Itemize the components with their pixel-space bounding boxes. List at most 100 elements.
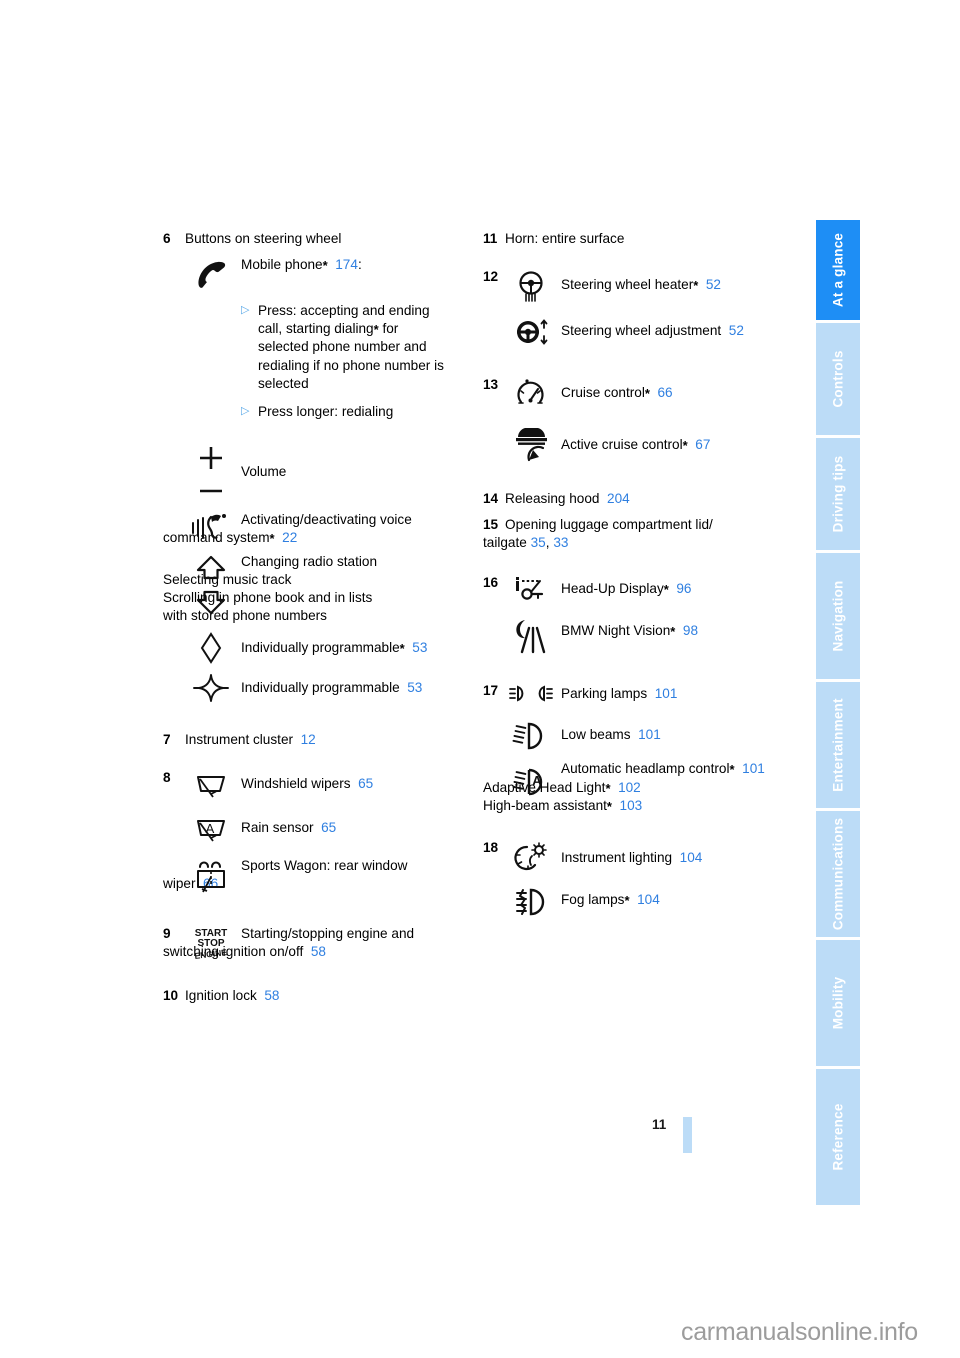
tab-label: Entertainment: [830, 698, 846, 792]
diamond-icon: [185, 631, 237, 665]
tab-at-a-glance[interactable]: At a glance: [816, 220, 860, 320]
parking-lamps-entry: Parking lamps 101: [561, 682, 793, 703]
item-number: 14: [483, 491, 499, 507]
sparkle-star-icon: [185, 671, 237, 705]
fog-lamps-icon: [505, 887, 557, 917]
steering-wheel-adjustment-icon: [505, 316, 557, 348]
arrow-down-icon: [185, 587, 237, 617]
left-content-column: 6 Buttons on steering wheel Mobile phone…: [163, 230, 473, 1005]
bullet-item: ▷ Press: accepting and ending call, star…: [241, 302, 473, 393]
svg-text:ENGINE: ENGINE: [194, 947, 228, 961]
tab-label: Communications: [830, 817, 846, 931]
option-star: *: [644, 386, 650, 402]
instrument-lighting-entry: Instrument lighting 104: [561, 839, 793, 867]
start-stop-line: Starting/stopping engine and: [241, 926, 415, 942]
hud-label: Head-Up Display: [561, 581, 664, 597]
triangle-bullet-icon: ▷: [241, 304, 250, 317]
tab-label: Reference: [830, 1103, 846, 1171]
page-ref[interactable]: 22: [282, 530, 297, 545]
site-watermark: carmanualsonline.info: [681, 1318, 918, 1346]
voice-command-icon: [185, 511, 237, 545]
tab-communications[interactable]: Communications: [816, 811, 860, 937]
page-ref[interactable]: 52: [729, 323, 744, 338]
option-star: *: [663, 582, 669, 598]
tab-mobility[interactable]: Mobility: [816, 940, 860, 1066]
page-ref[interactable]: 12: [301, 732, 316, 747]
programmable-2-entry: Individually programmable 53: [241, 671, 473, 697]
item-number: 15: [483, 517, 499, 533]
tab-driving-tips[interactable]: Driving tips: [816, 438, 860, 550]
list-item-9: 9 START STOP ENGINE Starting/stopping en…: [163, 925, 473, 965]
programmable-1-entry: Individually programmable* 53: [241, 631, 473, 657]
tab-navigation[interactable]: Navigation: [816, 553, 860, 679]
page-ref[interactable]: 103: [620, 798, 643, 813]
page-ref[interactable]: 58: [311, 944, 326, 959]
night-vision-icon: [505, 616, 557, 654]
option-star: *: [729, 762, 735, 778]
page-ref[interactable]: 98: [683, 623, 698, 638]
colon: :: [357, 257, 362, 273]
list-item-7: 7 Instrument cluster 12: [163, 731, 473, 749]
page-ref[interactable]: 204: [607, 491, 630, 506]
luggage-line: Opening luggage compartment lid/: [505, 517, 713, 533]
ignition-lock-entry: Ignition lock 58: [185, 988, 279, 1003]
cruise-control-label: Cruise control: [561, 385, 645, 401]
list-item-14: 14 Releasing hood 204: [483, 490, 793, 508]
list-item-18: 18 Instrument lighting 104 Fog lamps* 10…: [483, 839, 793, 919]
option-star: *: [399, 641, 405, 657]
tab-label: Mobility: [830, 976, 846, 1030]
chapter-tab-rail: At a glance Controls Driving tips Naviga…: [816, 220, 860, 1208]
page-ref[interactable]: 102: [618, 780, 641, 795]
fog-lamps-label: Fog lamps: [561, 892, 625, 908]
releasing-hood-entry: Releasing hood 204: [505, 491, 630, 506]
phone-label: Mobile phone: [241, 257, 323, 273]
bullet-text: Press: accepting and ending call, starti…: [258, 302, 473, 393]
wheel-adjustment-entry: Steering wheel adjustment 52: [561, 316, 793, 340]
comma: ,: [545, 535, 550, 551]
list-item-12: 12 Steering wheel heater* 52 Steering wh…: [483, 268, 793, 350]
parking-lamps-icon: [505, 682, 557, 706]
page-ref[interactable]: 104: [637, 892, 660, 907]
page-ref[interactable]: 52: [706, 277, 721, 292]
bullet-line: redialing if no phone number is: [258, 357, 444, 373]
phone-handset-icon: [185, 256, 237, 292]
tab-reference[interactable]: Reference: [816, 1069, 860, 1205]
page-ref[interactable]: 67: [695, 437, 710, 452]
auto-headlamp-label: Automatic headlamp control: [561, 761, 730, 777]
rear-window-wiper-icon: [185, 857, 237, 895]
fog-lamps-entry: Fog lamps* 104: [561, 887, 793, 909]
page-ref[interactable]: 58: [264, 988, 279, 1003]
instrument-cluster-entry: Instrument cluster 12: [185, 732, 316, 747]
page-ref[interactable]: 65: [321, 820, 336, 835]
item-number: 7: [163, 732, 171, 748]
night-vision-entry: BMW Night Vision* 98: [561, 616, 793, 640]
automatic-headlamp-icon: A: [505, 766, 557, 800]
page-ref[interactable]: 53: [407, 680, 422, 695]
list-item-8: 8 Windshield wipers 65 A Rain sensor 65 …: [163, 769, 473, 897]
tab-controls[interactable]: Controls: [816, 323, 860, 435]
page-ref[interactable]: 174: [335, 257, 358, 272]
volume-label: Volume: [241, 463, 287, 479]
page-ref[interactable]: 101: [638, 727, 661, 742]
page-ref[interactable]: 33: [553, 535, 568, 550]
page-ref[interactable]: 65: [358, 776, 373, 791]
windshield-wiper-icon: [185, 769, 237, 803]
bullet-line: Press: accepting and ending: [258, 303, 430, 319]
active-cruise-control-icon: [505, 420, 557, 464]
page-ref[interactable]: 101: [655, 686, 678, 701]
luggage-line: tailgate: [483, 535, 527, 551]
page-ref[interactable]: 66: [657, 385, 672, 400]
tab-label: Driving tips: [830, 455, 846, 533]
parking-lamps-label: Parking lamps: [561, 686, 648, 702]
luggage-compartment-entry: Opening luggage compartment lid/ tailgat…: [483, 517, 713, 550]
instrument-cluster-label: Instrument cluster: [185, 732, 294, 748]
page-ref[interactable]: 101: [742, 761, 765, 776]
page-ref[interactable]: 104: [680, 850, 703, 865]
wheel-adjustment-label: Steering wheel adjustment: [561, 323, 722, 339]
page-ref[interactable]: 35: [531, 535, 546, 550]
page-ref[interactable]: 96: [676, 581, 691, 596]
tab-entertainment[interactable]: Entertainment: [816, 682, 860, 808]
bullet-line: call, starting dialing: [258, 321, 374, 337]
page-ref[interactable]: 53: [412, 640, 427, 655]
list-item-10: 10 Ignition lock 58: [163, 987, 473, 1005]
